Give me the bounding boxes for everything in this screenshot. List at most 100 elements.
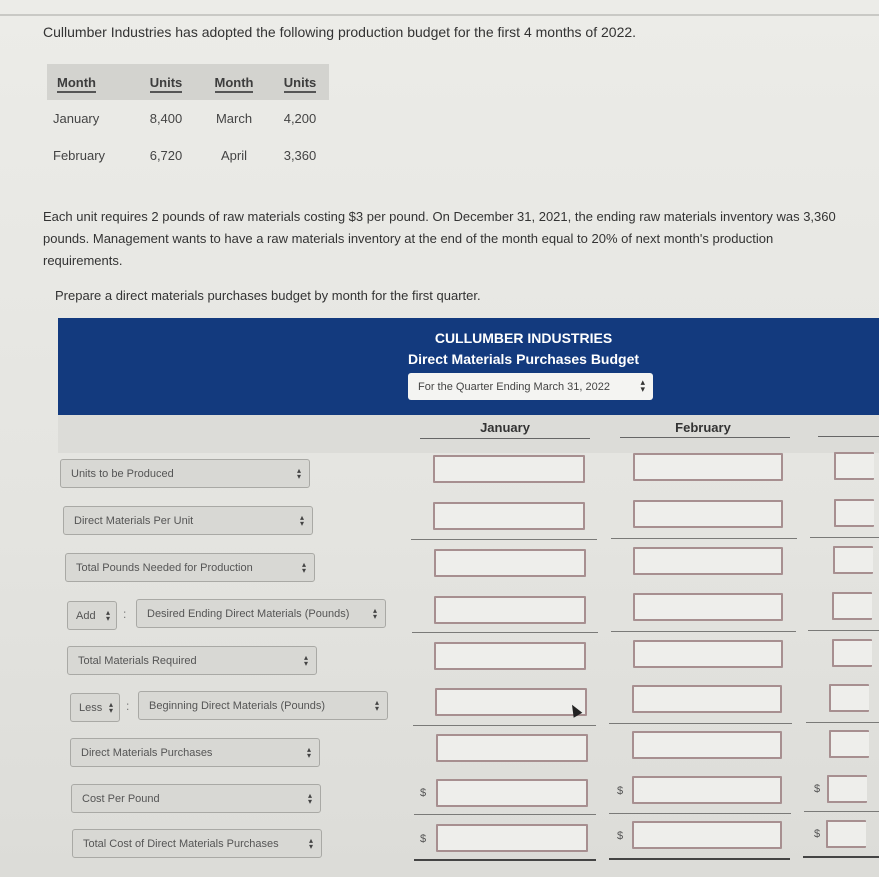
select-arrows-icon: ▴ ▾: [108, 700, 113, 715]
row-underline: [804, 811, 879, 812]
march-units-input[interactable]: [834, 452, 874, 480]
header-units: Units: [283, 74, 317, 93]
column-underline: [420, 438, 590, 439]
row-label-select[interactable]: Cost Per Pound ▴ ▾: [71, 784, 321, 813]
page: Cullumber Industries has adopted the fol…: [0, 0, 879, 877]
dollar-sign: $: [814, 828, 821, 840]
table-row: February 6,720 April 3,360: [47, 137, 329, 174]
row-label-select[interactable]: Total Cost of Direct Materials Purchases…: [72, 829, 322, 858]
dollar-sign: $: [420, 787, 427, 799]
row-label-text: Units to be Produced: [71, 467, 174, 480]
january-dm-per-unit-input[interactable]: [433, 502, 585, 530]
company-name: CULLUMBER INDUSTRIES: [434, 330, 613, 346]
add-less-value: Add: [76, 609, 96, 622]
row-underline: [412, 632, 598, 633]
row-underline: [411, 539, 597, 540]
header-month: Month: [57, 74, 96, 93]
table-row: January 8,400 March 4,200: [47, 100, 329, 137]
select-arrows-icon: ▴ ▾: [374, 698, 379, 713]
total-underline: [803, 856, 879, 858]
period-select-value: For the Quarter Ending March 31, 2022: [418, 380, 610, 393]
table-cell: February: [53, 148, 106, 163]
select-arrows-icon: ▴ ▾: [296, 466, 301, 481]
row-label-select[interactable]: Direct Materials Per Unit ▴ ▾: [63, 506, 313, 535]
select-arrows-icon: ▴ ▾: [308, 836, 313, 851]
total-underline: [609, 858, 790, 860]
row-label-text: Total Cost of Direct Materials Purchases: [83, 837, 279, 850]
header-units: Units: [149, 74, 183, 93]
january-units-input[interactable]: [433, 455, 585, 483]
row-label-text: Direct Materials Purchases: [81, 746, 213, 759]
production-table: Month Units Month Units January 8,400 Ma…: [47, 64, 329, 174]
dollar-sign: $: [617, 785, 624, 797]
total-underline: [414, 859, 596, 861]
budget-title: Direct Materials Purchases Budget: [407, 351, 640, 367]
row-label-select[interactable]: Desired Ending Direct Materials (Pounds)…: [136, 599, 386, 628]
problem-intro: Cullumber Industries has adopted the fol…: [43, 24, 637, 40]
march-total-pounds-input[interactable]: [833, 546, 873, 574]
divider: [0, 14, 879, 16]
period-select[interactable]: For the Quarter Ending March 31, 2022 ▴ ▾: [408, 373, 653, 400]
row-label-select[interactable]: Direct Materials Purchases ▴ ▾: [70, 738, 320, 767]
row-label-text: Cost Per Pound: [82, 792, 160, 805]
february-units-input[interactable]: [633, 453, 783, 481]
march-desired-ending-input[interactable]: [832, 592, 872, 620]
dollar-sign: $: [617, 830, 624, 842]
select-arrows-icon: ▴ ▾: [303, 653, 308, 668]
table-cell: April: [220, 148, 247, 163]
february-cost-per-pound-input[interactable]: [632, 776, 782, 804]
march-dm-purchases-input[interactable]: [829, 730, 869, 758]
add-less-select[interactable]: Add ▴ ▾: [67, 601, 117, 630]
march-cost-per-pound-input[interactable]: [827, 775, 867, 803]
select-arrows-icon: ▴ ▾: [306, 745, 311, 760]
january-beginning-dm-input[interactable]: [435, 688, 587, 716]
dollar-sign: $: [814, 783, 821, 795]
select-arrows-icon: ▴ ▾: [105, 608, 110, 623]
row-underline: [609, 723, 792, 724]
row-label-select[interactable]: Total Pounds Needed for Production ▴ ▾: [65, 553, 315, 582]
table-cell: 4,200: [283, 111, 317, 126]
row-underline: [611, 631, 796, 632]
february-total-materials-input[interactable]: [633, 640, 783, 668]
row-label-text: Beginning Direct Materials (Pounds): [149, 699, 326, 712]
header-month: Month: [214, 74, 254, 93]
february-dm-per-unit-input[interactable]: [633, 500, 783, 528]
february-total-pounds-input[interactable]: [633, 547, 783, 575]
january-total-materials-input[interactable]: [434, 642, 586, 670]
table-cell: 6,720: [149, 148, 183, 163]
add-less-value: Less: [79, 701, 103, 714]
table-cell: 8,400: [149, 111, 183, 126]
january-desired-ending-input[interactable]: [434, 596, 586, 624]
production-table-header: Month Units Month Units: [47, 64, 329, 100]
row-label-select[interactable]: Total Materials Required ▴ ▾: [67, 646, 317, 675]
row-underline: [810, 537, 879, 538]
budget-header: CULLUMBER INDUSTRIES Direct Materials Pu…: [58, 318, 879, 415]
february-dm-purchases-input[interactable]: [632, 731, 782, 759]
march-total-cost-input[interactable]: [826, 820, 866, 848]
column-underline: [818, 436, 879, 437]
dollar-sign: $: [420, 833, 427, 845]
row-underline: [808, 630, 879, 631]
select-arrows-icon: ▴ ▾: [640, 377, 645, 394]
march-beginning-dm-input[interactable]: [829, 684, 869, 712]
table-cell: 3,360: [283, 148, 317, 163]
row-label-text: Desired Ending Direct Materials (Pounds): [147, 607, 350, 620]
column-underline: [620, 437, 790, 438]
march-dm-per-unit-input[interactable]: [834, 499, 874, 527]
select-arrows-icon: ▴ ▾: [301, 560, 306, 575]
february-desired-ending-input[interactable]: [633, 593, 783, 621]
column-header-february: February: [675, 420, 731, 435]
february-total-cost-input[interactable]: [632, 821, 782, 849]
january-total-cost-input[interactable]: [436, 824, 588, 852]
row-label-select[interactable]: Units to be Produced ▴ ▾: [60, 459, 310, 488]
row-label-select[interactable]: Beginning Direct Materials (Pounds) ▴ ▾: [138, 691, 388, 720]
table-cell: January: [53, 111, 100, 126]
january-cost-per-pound-input[interactable]: [436, 779, 588, 807]
february-beginning-dm-input[interactable]: [632, 685, 782, 713]
row-underline: [414, 814, 596, 815]
row-underline: [413, 725, 596, 726]
january-dm-purchases-input[interactable]: [436, 734, 588, 762]
march-total-materials-input[interactable]: [832, 639, 872, 667]
january-total-pounds-input[interactable]: [434, 549, 586, 577]
add-less-select[interactable]: Less ▴ ▾: [70, 693, 120, 722]
